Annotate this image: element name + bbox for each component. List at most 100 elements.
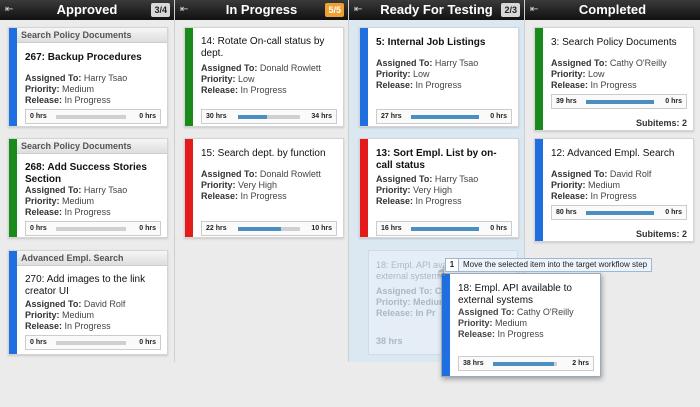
kanban-board: ⇤ Approved 3/4 Search Policy Documents 2… bbox=[0, 0, 700, 407]
progress-fill bbox=[238, 115, 268, 119]
card-priority: Priority: Medium bbox=[551, 180, 621, 190]
card-release: Release: In Progress bbox=[201, 191, 287, 201]
hours-progress: 16 hrs 0 hrs bbox=[376, 221, 512, 236]
hours-progress: 0 hrs 0 hrs bbox=[25, 221, 161, 236]
card-title[interactable]: 268: Add Success Stories Section bbox=[25, 162, 159, 186]
card-title[interactable]: 267: Backup Procedures bbox=[25, 52, 159, 64]
progress-fill bbox=[586, 211, 654, 215]
card-assigned: Assigned To: Harry Tsao bbox=[376, 174, 479, 184]
collapse-icon[interactable]: ⇤ bbox=[5, 0, 13, 20]
subitems-count[interactable]: Subitems: 2 bbox=[636, 118, 687, 128]
column-count-badge: 3/4 bbox=[151, 3, 170, 17]
hours-progress: 39 hrs 0 hrs bbox=[551, 94, 687, 109]
card-assigned: Assigned To: David Rolf bbox=[25, 299, 126, 309]
card-12[interactable]: 12: Advanced Empl. Search Assigned To: D… bbox=[534, 138, 694, 242]
card-priority: Priority: Low bbox=[551, 69, 605, 79]
ghost-card-release: Release: In Pr bbox=[376, 308, 436, 318]
card-13[interactable]: 13: Sort Empl. List by on-call status As… bbox=[359, 138, 519, 238]
card-priority: Priority: Medium bbox=[458, 318, 528, 328]
priority-color-bar bbox=[9, 139, 17, 237]
hours-progress: 30 hrs 34 hrs bbox=[201, 109, 337, 124]
card-group-label: Advanced Empl. Search bbox=[17, 251, 167, 266]
card-release: Release: In Progress bbox=[458, 329, 544, 339]
ghost-card-assigned: Assigned To: Ca bbox=[376, 286, 447, 296]
card-release: Release: In Progress bbox=[25, 95, 111, 105]
priority-color-bar bbox=[442, 274, 450, 376]
column-header-ready-for-testing: ⇤ Ready For Testing 2/3 bbox=[349, 0, 524, 20]
card-assigned: Assigned To: David Rolf bbox=[551, 169, 652, 179]
ghost-card-title-line2: external systems bbox=[376, 271, 444, 281]
hours-progress: 27 hrs 0 hrs bbox=[376, 109, 512, 124]
card-assigned: Assigned To: Cathy O'Reilly bbox=[458, 307, 574, 317]
card-release: Release: In Progress bbox=[25, 321, 111, 331]
progress-fill bbox=[586, 100, 654, 104]
hand-cursor-icon: ☝ bbox=[438, 265, 446, 279]
ghost-card-priority: Priority: Medium bbox=[376, 297, 448, 307]
card-group-label: Search Policy Documents bbox=[17, 28, 167, 43]
column-count-badge: 2/3 bbox=[501, 3, 520, 17]
priority-color-bar bbox=[360, 139, 368, 237]
card-14[interactable]: 14: Rotate On-call status by dept. Assig… bbox=[184, 27, 344, 127]
card-3[interactable]: 3: Search Policy Documents Assigned To: … bbox=[534, 27, 694, 131]
column-header-completed: ⇤ Completed bbox=[525, 0, 700, 20]
card-270[interactable]: Advanced Empl. Search 270: Add images to… bbox=[8, 250, 168, 355]
card-release: Release: In Progress bbox=[551, 191, 637, 201]
card-15[interactable]: 15: Search dept. by function Assigned To… bbox=[184, 138, 344, 238]
column-in-progress: ⇤ In Progress 5/5 14: Rotate On-call sta… bbox=[175, 0, 349, 362]
column-header-in-progress: ⇤ In Progress 5/5 bbox=[175, 0, 348, 20]
card-priority: Priority: Very High bbox=[201, 180, 278, 190]
priority-color-bar bbox=[9, 28, 17, 126]
hours-progress: 80 hrs 0 hrs bbox=[551, 205, 687, 220]
column-header-approved: ⇤ Approved 3/4 bbox=[0, 0, 174, 20]
collapse-icon[interactable]: ⇤ bbox=[354, 0, 362, 20]
hours-progress: 0 hrs 0 hrs bbox=[25, 109, 161, 124]
column-title: In Progress bbox=[225, 2, 298, 17]
priority-color-bar bbox=[185, 28, 193, 126]
column-title: Completed bbox=[578, 2, 647, 17]
card-assigned: Assigned To: Donald Rowlett bbox=[201, 63, 321, 73]
card-assigned: Assigned To: Harry Tsao bbox=[25, 185, 128, 195]
card-267[interactable]: Search Policy Documents 267: Backup Proc… bbox=[8, 27, 168, 127]
card-title[interactable]: 12: Advanced Empl. Search bbox=[551, 148, 685, 160]
card-assigned: Assigned To: Harry Tsao bbox=[25, 73, 128, 83]
card-268[interactable]: Search Policy Documents 268: Add Success… bbox=[8, 138, 168, 238]
column-approved: ⇤ Approved 3/4 Search Policy Documents 2… bbox=[0, 0, 175, 362]
collapse-icon[interactable]: ⇤ bbox=[180, 0, 188, 20]
card-title[interactable]: 270: Add images to the link creator UI bbox=[25, 274, 159, 298]
dragged-card-18[interactable]: 18: Empl. API available to external syst… bbox=[441, 273, 601, 377]
card-assigned: Assigned To: Cathy O'Reilly bbox=[551, 58, 667, 68]
tooltip-step-number: 1 bbox=[446, 259, 459, 271]
priority-color-bar bbox=[535, 139, 543, 241]
card-priority: Priority: Medium bbox=[25, 84, 95, 94]
hours-progress: 22 hrs 10 hrs bbox=[201, 221, 337, 236]
priority-color-bar bbox=[9, 251, 17, 354]
card-title[interactable]: 18: Empl. API available to external syst… bbox=[458, 283, 592, 307]
progress-fill bbox=[493, 362, 554, 366]
card-priority: Priority: Low bbox=[201, 74, 255, 84]
hours-progress: 38 hrs 2 hrs bbox=[458, 356, 594, 371]
card-title[interactable]: 3: Search Policy Documents bbox=[551, 37, 685, 49]
card-title[interactable]: 5: Internal Job Listings bbox=[376, 37, 510, 49]
card-assigned: Assigned To: Donald Rowlett bbox=[201, 169, 321, 179]
card-title[interactable]: 14: Rotate On-call status by dept. bbox=[201, 36, 335, 60]
card-title[interactable]: 15: Search dept. by function bbox=[201, 148, 335, 160]
card-release: Release: In Progress bbox=[201, 85, 287, 95]
tooltip-text: Move the selected item into the target w… bbox=[463, 260, 648, 269]
card-title[interactable]: 13: Sort Empl. List by on-call status bbox=[376, 148, 510, 172]
progress-fill bbox=[411, 115, 479, 119]
hours-progress: 0 hrs 0 hrs bbox=[25, 335, 161, 350]
card-5[interactable]: 5: Internal Job Listings Assigned To: Ha… bbox=[359, 27, 519, 127]
drag-tooltip: 1 Move the selected item into the target … bbox=[445, 258, 653, 272]
card-priority: Priority: Medium bbox=[25, 310, 95, 320]
priority-color-bar bbox=[185, 139, 193, 237]
card-release: Release: In Progress bbox=[376, 196, 462, 206]
card-group-label: Search Policy Documents bbox=[17, 139, 167, 154]
subitems-count[interactable]: Subitems: 2 bbox=[636, 229, 687, 239]
column-title: Approved bbox=[56, 2, 118, 17]
progress-fill bbox=[411, 227, 479, 231]
card-release: Release: In Progress bbox=[551, 80, 637, 90]
priority-color-bar bbox=[535, 28, 543, 130]
priority-color-bar bbox=[360, 28, 368, 126]
collapse-icon[interactable]: ⇤ bbox=[530, 0, 538, 20]
card-priority: Priority: Medium bbox=[25, 196, 95, 206]
